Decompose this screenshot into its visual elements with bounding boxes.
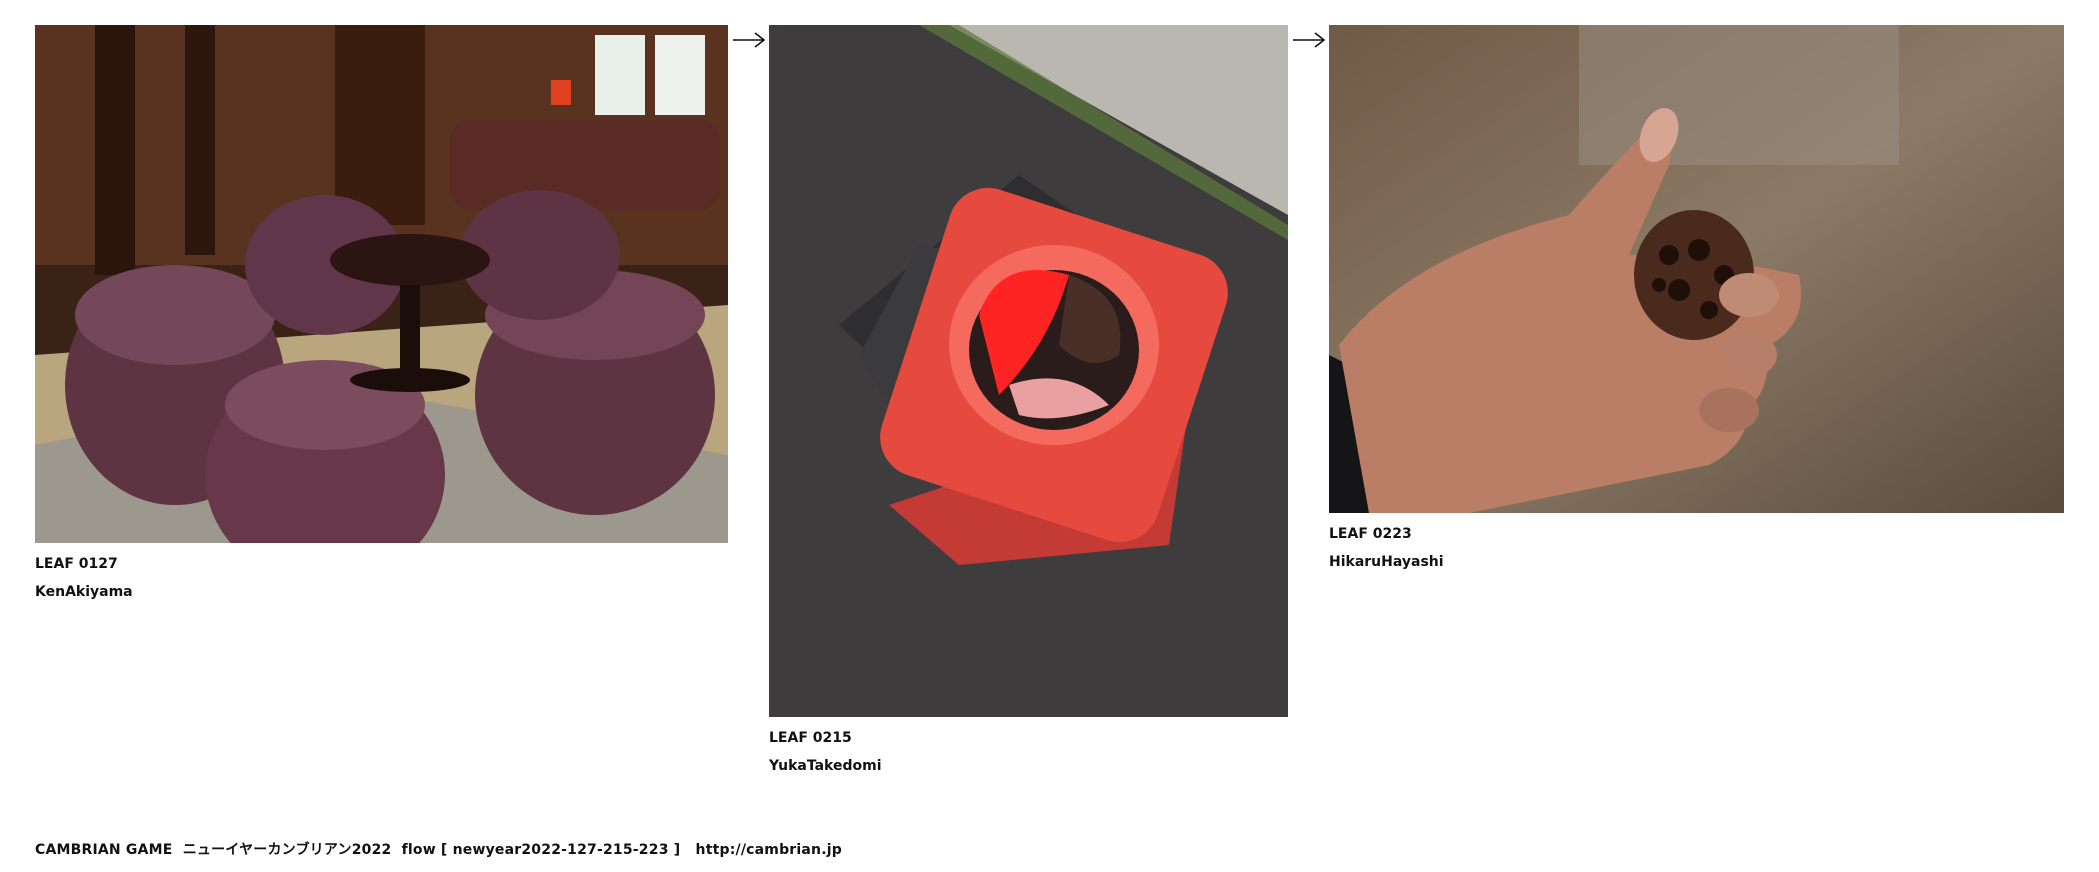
lounge-chairs-photo[interactable]	[35, 25, 728, 543]
footer-text: CAMBRIAN GAME ニューイヤーカンブリアン2022 flow [ ne…	[35, 842, 696, 858]
hand-holding-lotus-pod-photo[interactable]	[1329, 25, 2064, 513]
leaf-entry-0127: LEAF 0127 KenAkiyama	[35, 25, 728, 599]
leaf-id-label: LEAF 0215	[769, 730, 852, 746]
right-arrow-icon	[1293, 30, 1327, 50]
leaf-author-link[interactable]: KenAkiyama	[35, 585, 728, 599]
leaf-id-label: LEAF 0127	[35, 556, 118, 572]
leaf-entry-0215: LEAF 0215 YukaTakedomi	[769, 25, 1288, 773]
crushed-traffic-cone-photo[interactable]	[769, 25, 1288, 717]
footer-credit: CAMBRIAN GAME ニューイヤーカンブリアン2022 flow [ ne…	[35, 839, 842, 859]
right-arrow-icon	[733, 30, 767, 50]
leaf-entry-0223: LEAF 0223 HikaruHayashi	[1329, 25, 2064, 569]
leaf-author-link[interactable]: HikaruHayashi	[1329, 555, 2064, 569]
leaf-author-link[interactable]: YukaTakedomi	[769, 759, 1288, 773]
leaf-id-label: LEAF 0223	[1329, 526, 1412, 542]
footer-site-link[interactable]: http://cambrian.jp	[696, 842, 842, 858]
